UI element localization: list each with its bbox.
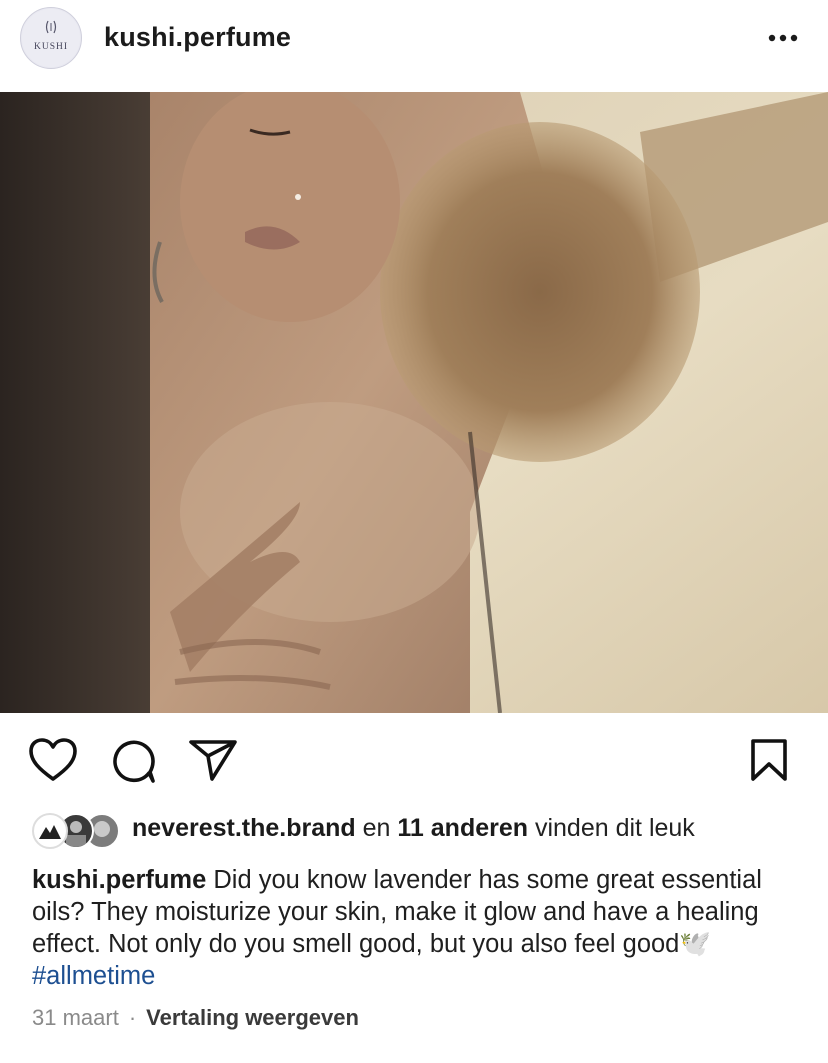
action-bar [0, 713, 828, 813]
more-options-icon[interactable] [763, 24, 803, 52]
translate-link[interactable]: Vertaling weergeven [146, 1005, 359, 1030]
profile-avatar[interactable]: KUSHI [20, 7, 82, 69]
post-image[interactable] [0, 92, 828, 713]
post-caption: kushi.perfume Did you know lavender has … [32, 864, 802, 992]
liker-avatar [32, 813, 68, 849]
first-liker-link[interactable]: neverest.the.brand [132, 814, 356, 842]
svg-text:KUSHI: KUSHI [34, 42, 68, 52]
bookmark-icon[interactable] [748, 737, 790, 788]
post-meta: 31 maart · Vertaling weergeven [32, 1005, 359, 1031]
heart-icon[interactable] [28, 737, 78, 788]
liker-avatars [32, 812, 124, 849]
post-header: KUSHI kushi.perfume [0, 0, 828, 92]
likes-suffix: vinden dit leuk [528, 814, 695, 842]
comment-icon[interactable] [109, 737, 157, 790]
share-icon[interactable] [188, 737, 238, 788]
others-link[interactable]: 11 anderen [397, 814, 528, 842]
caption-author[interactable]: kushi.perfume [32, 866, 206, 894]
hashtag-link[interactable]: #allmetime [32, 962, 155, 990]
post-date: 31 maart [32, 1005, 119, 1030]
likes-connector: en [355, 814, 398, 842]
likes-summary[interactable]: neverest.the.brand en 11 anderen vinden … [32, 812, 812, 849]
likes-text: neverest.the.brand en 11 anderen vinden … [132, 814, 695, 843]
post-username[interactable]: kushi.perfume [104, 22, 291, 53]
dove-emoji: 🕊️ [679, 930, 712, 958]
meta-separator: · [128, 1005, 137, 1030]
kushi-logo: KUSHI [22, 9, 80, 67]
